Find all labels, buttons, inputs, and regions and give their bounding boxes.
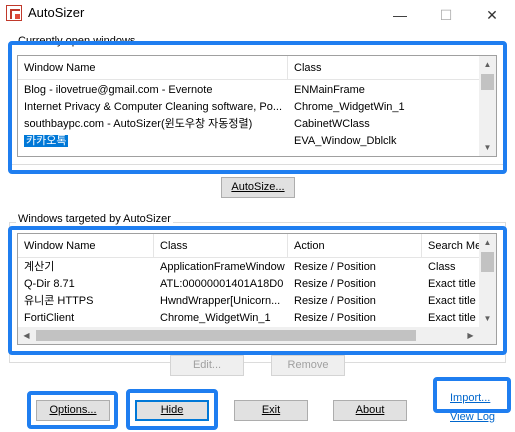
search-method-cell: Exact title	[428, 278, 476, 290]
view-log-link[interactable]: View Log	[450, 411, 495, 423]
action-cell: Resize / Position	[294, 278, 376, 290]
scrollbar-thumb[interactable]	[36, 330, 416, 341]
exit-button[interactable]: Exit	[234, 400, 308, 421]
open-windows-header: Window Name Class	[18, 56, 481, 80]
window-name-cell: Q-Dir 8.71	[24, 278, 75, 290]
column-header-window-name[interactable]: Window Name	[18, 56, 288, 80]
window-name-cell: Blog - ilovetrue@gmail.com - Evernote	[24, 84, 213, 96]
about-button[interactable]: About	[333, 400, 407, 421]
scroll-down-arrow-icon[interactable]: ▼	[479, 139, 496, 156]
class-cell: EVA_Window_Dblclk	[294, 135, 397, 147]
autosize-button-label: AutoSize...	[231, 181, 285, 193]
targeted-windows-vertical-scrollbar[interactable]: ▲ ▼	[479, 234, 496, 327]
about-button-label: About	[355, 404, 385, 416]
open-windows-group-label: Currently open windows	[16, 35, 138, 47]
table-row[interactable]: Q-Dir 8.71 ATL:00000001401A18D0 Resize /…	[18, 276, 481, 293]
scroll-down-arrow-icon[interactable]: ▼	[479, 310, 496, 327]
class-cell: Chrome_WidgetWin_1	[160, 312, 271, 324]
class-cell: ATL:00000001401A18D0	[160, 278, 284, 290]
targeted-windows-header: Window Name Class Action Search Me	[18, 234, 481, 258]
close-button[interactable]: ✕	[469, 0, 515, 30]
targeted-windows-list[interactable]: Window Name Class Action Search Me 계산기 A…	[17, 233, 497, 345]
hide-button[interactable]: Hide	[135, 400, 209, 421]
exit-button-label: Exit	[261, 404, 281, 416]
scroll-up-arrow-icon[interactable]: ▲	[479, 234, 496, 251]
table-row[interactable]: FortiClient Chrome_WidgetWin_1 Resize / …	[18, 310, 481, 327]
selected-window-name: 카카오톡	[24, 135, 69, 147]
window-name-cell: 계산기	[24, 261, 55, 273]
edit-button[interactable]: Edit...	[170, 355, 244, 376]
window-title: AutoSizer	[28, 5, 85, 20]
maximize-button[interactable]: ☐	[423, 0, 469, 30]
options-button[interactable]: Options...	[36, 400, 110, 421]
window-name-cell: FortiClient	[24, 312, 75, 324]
minimize-button[interactable]: —	[377, 0, 423, 30]
action-cell: Resize / Position	[294, 295, 376, 307]
targeted-windows-horizontal-scrollbar[interactable]: ◀ ▶	[18, 327, 479, 344]
open-windows-list[interactable]: Window Name Class Blog - ilovetrue@gmail…	[17, 55, 497, 157]
list-item[interactable]: southbaypc.com - AutoSizer(윈도우창 자동정렬) Ca…	[18, 116, 481, 133]
search-method-cell: Class	[428, 261, 456, 273]
import-link[interactable]: Import...	[450, 392, 490, 404]
search-method-cell: Exact title	[428, 295, 476, 307]
scrollbar-thumb[interactable]	[481, 74, 494, 90]
window-name-cell: 카카오톡	[18, 133, 288, 150]
autosizer-app-icon	[6, 5, 22, 21]
class-cell: CabinetWClass	[294, 118, 370, 130]
search-method-cell: Exact title	[428, 312, 476, 324]
column-header-class[interactable]: Class	[154, 234, 288, 258]
open-windows-vertical-scrollbar[interactable]: ▲ ▼	[479, 56, 496, 156]
class-cell: HwndWrapper[Unicorn...	[160, 295, 281, 307]
scrollbar-corner	[479, 327, 496, 344]
action-cell: Resize / Position	[294, 261, 376, 273]
list-item[interactable]: Internet Privacy & Computer Cleaning sof…	[18, 99, 481, 116]
action-cell: Resize / Position	[294, 312, 376, 324]
window-name-cell: southbaypc.com - AutoSizer(윈도우창 자동정렬)	[24, 118, 253, 130]
targeted-windows-group-label: Windows targeted by AutoSizer	[16, 213, 173, 225]
window-name-cell: 유니콘 HTTPS	[24, 295, 94, 307]
remove-button[interactable]: Remove	[271, 355, 345, 376]
class-cell: Chrome_WidgetWin_1	[294, 101, 405, 113]
scrollbar-thumb[interactable]	[481, 252, 494, 272]
title-bar: AutoSizer — ☐ ✕	[0, 0, 515, 30]
scroll-left-arrow-icon[interactable]: ◀	[18, 327, 35, 344]
options-button-label: Options...	[49, 404, 97, 416]
scroll-right-arrow-icon[interactable]: ▶	[462, 327, 479, 344]
list-item-selected[interactable]: 카카오톡 EVA_Window_Dblclk	[18, 133, 481, 150]
column-header-class[interactable]: Class	[288, 56, 481, 80]
window-name-cell: Internet Privacy & Computer Cleaning sof…	[24, 101, 283, 113]
class-cell: ApplicationFrameWindow	[160, 261, 285, 273]
autosize-button[interactable]: AutoSize...	[221, 177, 295, 198]
list-item[interactable]: Blog - ilovetrue@gmail.com - Evernote EN…	[18, 82, 481, 99]
column-header-window-name[interactable]: Window Name	[18, 234, 154, 258]
table-row[interactable]: 계산기 ApplicationFrameWindow Resize / Posi…	[18, 259, 481, 276]
column-header-action[interactable]: Action	[288, 234, 422, 258]
class-cell: ENMainFrame	[294, 84, 365, 96]
scroll-up-arrow-icon[interactable]: ▲	[479, 56, 496, 73]
hide-button-label: Hide	[160, 404, 184, 416]
table-row[interactable]: 유니콘 HTTPS HwndWrapper[Unicorn... Resize …	[18, 293, 481, 310]
column-header-search-method[interactable]: Search Me	[422, 234, 481, 258]
